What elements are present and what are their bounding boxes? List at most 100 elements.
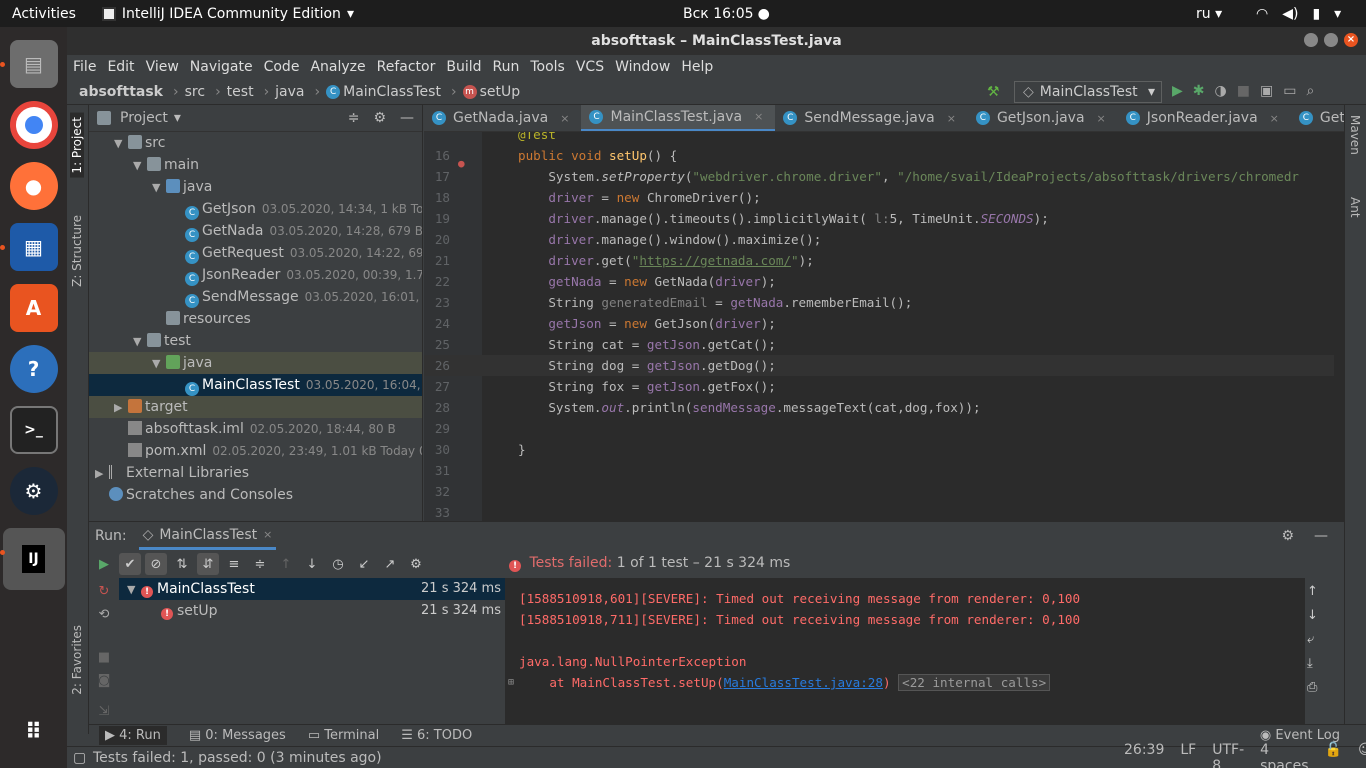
clock[interactable]: Вск 16:05 ● [683, 6, 770, 22]
minimize-icon[interactable] [1304, 33, 1318, 47]
tree-item[interactable]: absofttask.iml 02.05.2020, 18:44, 80 B [89, 418, 422, 440]
chevron-down-icon[interactable]: ▼ [133, 155, 147, 177]
stop-icon[interactable]: ■ [1237, 83, 1250, 99]
menu-build[interactable]: Build [446, 59, 481, 75]
soft-wrap-icon[interactable]: ⤶ [1307, 632, 1318, 647]
code-line[interactable]: 32 [424, 481, 1334, 502]
menu-edit[interactable]: Edit [107, 59, 134, 75]
history-icon[interactable]: ◷ [327, 553, 349, 575]
debug-icon[interactable]: ✱ [1193, 83, 1205, 99]
tree-item[interactable]: CMainClassTest 03.05.2020, 16:04, 1.0 [89, 374, 422, 396]
menu-analyze[interactable]: Analyze [310, 59, 365, 75]
gear-icon[interactable]: ⚙ [1281, 528, 1294, 544]
tab-ant[interactable]: Ant [1348, 197, 1362, 218]
tree-item[interactable]: CGetJson 03.05.2020, 14:34, 1 kB Today [89, 198, 422, 220]
show-applications-button[interactable]: ⠿ [10, 708, 58, 756]
tab-maven[interactable]: Maven [1348, 115, 1362, 155]
app-menu[interactable]: IntelliJ IDEA Community Edition ▾ [101, 6, 354, 22]
code-area[interactable]: @Test 16 public void setUp() {17 System.se… [424, 132, 1334, 521]
code-line[interactable]: 29 [424, 418, 1334, 439]
dock-terminal[interactable]: >_ [9, 406, 58, 454]
down-arrow-icon[interactable]: ↓ [1307, 608, 1318, 623]
code-line[interactable]: @Test [424, 132, 1334, 145]
hide-icon[interactable]: — [400, 110, 414, 126]
tree-item[interactable]: ▼ test [89, 330, 422, 352]
status-message[interactable]: Tests failed: 1, passed: 0 (3 minutes ag… [93, 750, 382, 766]
menu-vcs[interactable]: VCS [576, 59, 604, 75]
dock-intellij[interactable]: IJ [0, 528, 65, 590]
bottom-tab[interactable]: ▤ 0: Messages [189, 728, 286, 743]
run-icon[interactable]: ▶ [1172, 83, 1183, 99]
lock-icon[interactable]: 🔓 [1325, 742, 1342, 768]
editor-tab[interactable]: C JsonReader.java × [1118, 105, 1291, 131]
close-icon[interactable]: × [1097, 112, 1106, 125]
tree-item[interactable]: CGetRequest 03.05.2020, 14:22, 697 B [89, 242, 422, 264]
scroll-to-end-icon[interactable]: ⤓ [1307, 656, 1318, 671]
test-result-row[interactable]: ▼! MainClassTest 21 s 324 ms [119, 578, 505, 600]
code-line[interactable]: 31 [424, 460, 1334, 481]
rerun-icon[interactable]: ▶ [93, 553, 115, 575]
inspector-icon[interactable]: ☺ [1358, 742, 1366, 768]
tree-item[interactable]: ▼ java [89, 352, 422, 374]
dock-writer[interactable]: ▦ [0, 223, 58, 271]
internal-calls-fold[interactable]: <22 internal calls> [898, 674, 1051, 691]
down-arrow-icon[interactable]: ↓ [301, 553, 323, 575]
bottom-tab[interactable]: ▭ Terminal [308, 728, 379, 743]
code-line[interactable]: 30} [424, 439, 1334, 460]
show-ignored-icon[interactable]: ⊘ [145, 553, 167, 575]
dock-chrome[interactable] [9, 101, 58, 149]
tree-item[interactable]: CJsonReader 03.05.2020, 00:39, 1.76 kB [89, 264, 422, 286]
menu-code[interactable]: Code [264, 59, 300, 75]
tree-item[interactable]: resources [89, 308, 422, 330]
code-line[interactable]: 28 System.out.println(sendMessage.messag… [424, 397, 1334, 418]
file-encoding[interactable]: UTF-8 [1212, 742, 1244, 768]
search-icon[interactable]: ⌕ [1306, 83, 1314, 99]
code-line[interactable]: 26 String dog = getJson.getDog(); [424, 355, 1334, 376]
camera-icon[interactable]: ◙ [98, 673, 111, 688]
expand-icon[interactable]: ⊞ [508, 672, 514, 693]
breadcrumb-class[interactable]: MainClassTest [343, 84, 441, 100]
tree-item[interactable]: ▼ src [89, 132, 422, 154]
tree-item[interactable]: ▼ main [89, 154, 422, 176]
menu-navigate[interactable]: Navigate [190, 59, 253, 75]
chevron-down-icon[interactable]: ▼ [133, 331, 147, 353]
code-line[interactable]: 21 driver.get("https://getnada.com/"); [424, 250, 1334, 271]
import-icon[interactable]: ↙ [353, 553, 375, 575]
up-arrow-icon[interactable]: ↑ [275, 553, 297, 575]
tree-item[interactable]: ▶ target [89, 396, 422, 418]
tree-item[interactable]: CSendMessage 03.05.2020, 16:01, 2.0 [89, 286, 422, 308]
chevron-down-icon[interactable]: ▼ [152, 177, 166, 199]
editor-tab[interactable]: C GetJson.java × [968, 105, 1118, 131]
menu-tools[interactable]: Tools [530, 59, 565, 75]
code-line[interactable]: 25 String cat = getJson.getCat(); [424, 334, 1334, 355]
stop-icon[interactable]: ■ [98, 650, 110, 665]
chevron-down-icon[interactable]: ▼ [127, 579, 141, 601]
chevron-right-icon[interactable]: ▶ [95, 463, 109, 485]
console-output[interactable]: [1588510918,601][SEVERE]: Timed out rece… [505, 578, 1305, 735]
hide-icon[interactable]: — [1314, 528, 1328, 544]
tab-favorites[interactable]: 2: Favorites [70, 625, 84, 695]
close-icon[interactable]: × [560, 112, 569, 125]
show-passed-icon[interactable]: ✔ [119, 553, 141, 575]
activities-button[interactable]: Activities [12, 6, 76, 22]
run-configuration-select[interactable]: ◇ MainClassTest ▾ [1014, 81, 1162, 103]
editor-tab[interactable]: C MainClassTest.java × [581, 105, 776, 131]
gear-icon[interactable]: ⚙ [373, 110, 386, 126]
indent-setting[interactable]: 4 spaces [1260, 742, 1308, 768]
coverage-icon[interactable]: ◑ [1215, 83, 1227, 99]
code-line[interactable]: 20 driver.manage().window().maximize(); [424, 229, 1334, 250]
dock-firefox[interactable]: ● [9, 162, 58, 210]
breadcrumb-project[interactable]: absofttask [79, 84, 163, 100]
tree-item[interactable]: CGetNada 03.05.2020, 14:28, 679 B Today [89, 220, 422, 242]
dock-steam[interactable]: ⚙ [9, 467, 58, 515]
menu-refactor[interactable]: Refactor [377, 59, 436, 75]
print-icon[interactable]: ⎙ [1307, 680, 1318, 695]
toggle-auto-test-icon[interactable]: ⟲ [99, 607, 110, 622]
code-line[interactable]: 33 [424, 502, 1334, 521]
tab-structure[interactable]: Z: Structure [70, 215, 84, 287]
code-line[interactable]: 18 driver = new ChromeDriver(); [424, 187, 1334, 208]
expand-all-icon[interactable]: ≡ [223, 553, 245, 575]
collapse-all-icon[interactable]: ≑ [348, 110, 360, 126]
code-line[interactable]: 23 String generatedEmail = getNada.remem… [424, 292, 1334, 313]
breadcrumb-java[interactable]: java [275, 84, 304, 100]
